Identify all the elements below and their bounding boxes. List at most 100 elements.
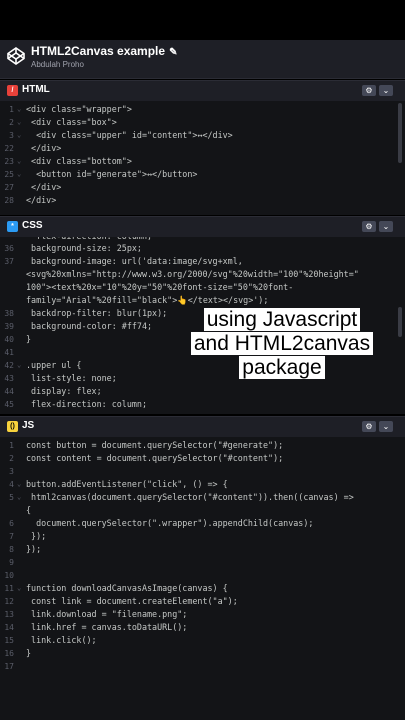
fold-toggle-icon[interactable]: ⌄	[17, 155, 21, 168]
code-line[interactable]: 1 ⌄ <div class="wrapper">	[0, 103, 390, 116]
code-line[interactable]: 37 background-image: url('data:image/svg…	[0, 255, 390, 268]
chevron-down-icon[interactable]: ⌄	[379, 85, 393, 96]
line-number: 2	[9, 454, 14, 463]
code-line[interactable]: 16}	[0, 647, 390, 660]
code-line[interactable]: 3 ⌄ <div class="upper" id="content">↔</di…	[0, 129, 390, 142]
settings-gear-icon[interactable]: ⚙	[362, 85, 376, 96]
settings-gear-icon[interactable]: ⚙	[362, 421, 376, 432]
editor-scrollbar[interactable]	[398, 307, 402, 337]
line-number: 1	[9, 441, 14, 450]
line-number: 43	[4, 374, 14, 383]
code-text: <button id="generate">↔</button>	[26, 169, 198, 179]
fold-toggle-icon[interactable]: ⌄	[17, 582, 21, 595]
code-line[interactable]: 17	[0, 660, 390, 673]
code-text: const content = document.querySelector("…	[26, 453, 284, 463]
code-text: flex-direction: column;	[26, 399, 148, 409]
code-text: background-size: 25px;	[26, 243, 142, 253]
line-number: 10	[4, 571, 14, 580]
code-line[interactable]: 45 flex-direction: column;	[0, 398, 390, 411]
code-line[interactable]: 27 </div>	[0, 181, 390, 194]
chevron-down-icon[interactable]: ⌄	[379, 221, 393, 232]
code-line[interactable]: 23 ⌄ <div class="bottom">	[0, 155, 390, 168]
settings-gear-icon[interactable]: ⚙	[362, 221, 376, 232]
line-number: 44	[4, 387, 14, 396]
line-number: 5	[9, 493, 14, 502]
line-number: 13	[4, 610, 14, 619]
codepen-logo-icon[interactable]	[6, 46, 26, 66]
code-line[interactable]: 15 link.click();	[0, 634, 390, 647]
code-text: {	[26, 505, 32, 515]
code-text: });	[26, 531, 47, 541]
line-number: 15	[4, 636, 14, 645]
code-line[interactable]: 12 const link = document.createElement("…	[0, 595, 390, 608]
code-text: </div>	[26, 195, 57, 205]
fold-toggle-icon[interactable]: ⌄	[17, 491, 21, 504]
code-line[interactable]: {	[0, 504, 390, 517]
fold-toggle-icon[interactable]: ⌄	[17, 359, 21, 372]
line-number: 38	[4, 309, 14, 318]
code-line[interactable]: 5 ⌄ html2canvas(document.querySelector("#…	[0, 491, 390, 504]
project-header: HTML2Canvas example ✎ Abdulah Proho	[0, 40, 405, 79]
author-name[interactable]: Abdulah Proho	[31, 60, 84, 69]
code-line[interactable]: 22 </div>	[0, 142, 390, 155]
code-text: button.addEventListener("click", () => {	[26, 479, 228, 489]
code-line[interactable]: 2 const content = document.querySelector(…	[0, 452, 390, 465]
code-text: html2canvas(document.querySelector("#con…	[26, 492, 354, 502]
line-number: 42	[4, 361, 14, 370]
code-line[interactable]: 10	[0, 569, 390, 582]
caption-line-1: using Javascript	[203, 308, 361, 331]
fold-toggle-icon[interactable]: ⌄	[17, 478, 21, 491]
code-line[interactable]: 44 display: flex;	[0, 385, 390, 398]
code-text: 100"><text%20x="10"%20y="50"%20font-size…	[26, 282, 294, 292]
fold-toggle-icon[interactable]: ⌄	[17, 116, 21, 129]
code-text: const link = document.createElement("a")…	[26, 596, 238, 606]
html-pane-header: / HTML ⚙ ⌄	[0, 80, 405, 101]
code-line[interactable]: 1 const button = document.querySelector("…	[0, 439, 390, 452]
line-number: 36	[4, 244, 14, 253]
js-editor[interactable]: 1 const button = document.querySelector("…	[0, 437, 405, 720]
html-editor[interactable]: 1 ⌄ <div class="wrapper"> 2 ⌄ <div class="bo…	[0, 101, 405, 215]
code-text: link.click();	[26, 635, 97, 645]
code-line[interactable]: 13 link.download = "filename.png";	[0, 608, 390, 621]
line-number: 1	[9, 105, 14, 114]
code-line[interactable]: 9	[0, 556, 390, 569]
line-number: 39	[4, 322, 14, 331]
line-number: 28	[4, 196, 14, 205]
code-line[interactable]: 11 ⌄ function downloadCanvasAsImage(canvas…	[0, 582, 390, 595]
line-number: 23	[4, 157, 14, 166]
code-line[interactable]: <svg%20xmlns="http://www.w3.org/2000/svg…	[0, 268, 390, 281]
code-line[interactable]: 6 document.querySelector(".wrapper").app…	[0, 517, 390, 530]
code-line[interactable]: 14 link.href = canvas.toDataURL();	[0, 621, 390, 634]
code-text: display: flex;	[26, 386, 102, 396]
code-line[interactable]: 36 background-size: 25px;	[0, 242, 390, 255]
line-number: 9	[9, 558, 14, 567]
code-line[interactable]: 7 });	[0, 530, 390, 543]
code-line[interactable]: 8});	[0, 543, 390, 556]
code-line[interactable]: 4 ⌄ button.addEventListener("click", () =>…	[0, 478, 390, 491]
code-text: <svg%20xmlns="http://www.w3.org/2000/svg…	[26, 269, 359, 279]
line-number: 41	[4, 348, 14, 357]
edit-pencil-icon[interactable]: ✎	[169, 47, 177, 58]
fold-toggle-icon[interactable]: ⌄	[17, 168, 21, 181]
html-icon: /	[7, 85, 18, 96]
chevron-down-icon[interactable]: ⌄	[379, 421, 393, 432]
line-number: 3	[9, 131, 14, 140]
project-title[interactable]: HTML2Canvas example ✎	[31, 44, 177, 58]
js-pane-header: () JS ⚙ ⌄	[0, 416, 405, 437]
code-line[interactable]: 100"><text%20x="10"%20y="50"%20font-size…	[0, 281, 390, 294]
code-line[interactable]: 25 ⌄ <button id="generate">↔</button>	[0, 168, 390, 181]
code-text: });	[26, 544, 42, 554]
line-number: 2	[9, 118, 14, 127]
editor-scrollbar[interactable]	[398, 103, 402, 163]
code-line[interactable]: family="Arial"%20fill="black">👆</text></…	[0, 294, 390, 307]
code-line[interactable]: 2 ⌄ <div class="box">	[0, 116, 390, 129]
code-line[interactable]: 3	[0, 465, 390, 478]
code-text: const button = document.querySelector("#…	[26, 440, 284, 450]
fold-toggle-icon[interactable]: ⌄	[17, 129, 21, 142]
code-text: }	[26, 334, 32, 344]
code-line[interactable]: 28 </div>	[0, 194, 390, 207]
line-number: 22	[4, 144, 14, 153]
fold-toggle-icon[interactable]: ⌄	[17, 103, 21, 116]
code-text: </div>	[26, 143, 62, 153]
code-text: <div class="bottom">	[26, 156, 132, 166]
